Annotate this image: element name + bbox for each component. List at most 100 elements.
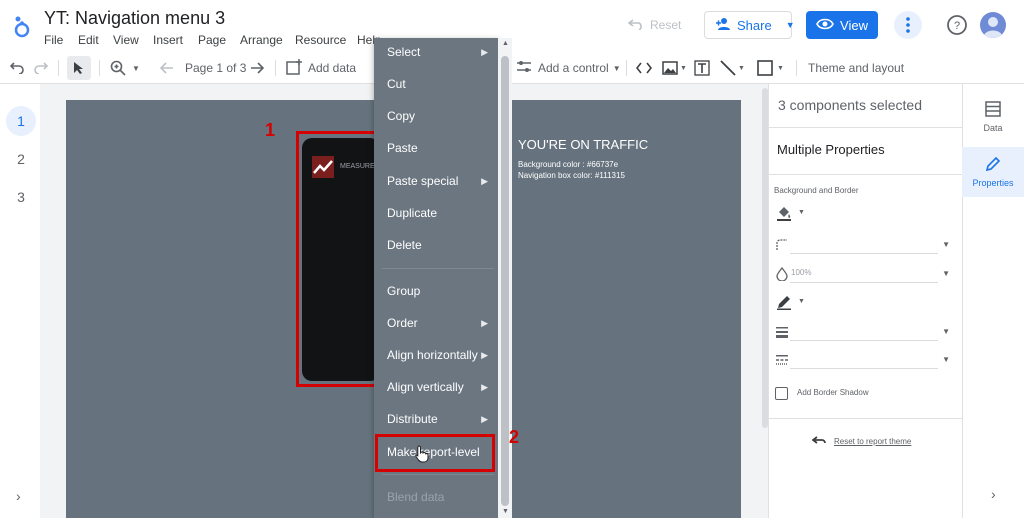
select-underline [790, 282, 938, 283]
border-style-select[interactable]: ▼ [774, 351, 954, 369]
scroll-up-arrow-icon[interactable]: ▲ [502, 40, 509, 47]
help-icon[interactable]: ? [946, 14, 968, 36]
border-style-dropdown-icon: ▼ [942, 355, 950, 364]
shape-dropdown-icon: ▼ [777, 64, 784, 72]
menu-insert[interactable]: Insert [153, 33, 183, 47]
redo-icon[interactable] [34, 58, 48, 78]
border-color-dropdown-icon: ▼ [798, 298, 805, 305]
reset-button[interactable]: Reset [627, 14, 682, 36]
submenu-arrow-icon: ▶ [481, 46, 488, 57]
ctx-distribute[interactable]: Distribute ▶ [374, 405, 498, 433]
view-button[interactable]: View [806, 11, 878, 39]
ctx-cut[interactable]: Cut [374, 70, 498, 98]
more-options-button[interactable] [894, 11, 922, 39]
collapse-panel-chevron-icon[interactable]: › [991, 486, 996, 502]
fill-color-picker[interactable]: ▼ [774, 205, 954, 223]
page-indicator[interactable]: Page 1 of 3 [185, 58, 246, 78]
ctx-align-horizontally[interactable]: Align horizontally ▶ [374, 341, 498, 369]
menu-file[interactable]: File [44, 33, 63, 47]
text-box-icon[interactable] [694, 58, 710, 78]
ctx-delete-label: Delete [387, 238, 422, 252]
selection-highlight-box [296, 131, 378, 387]
page-1-button[interactable]: 1 [6, 106, 36, 136]
panel-title: Multiple Properties [777, 142, 885, 157]
next-page-icon[interactable] [250, 58, 264, 78]
border-shadow-checkbox[interactable] [775, 387, 788, 400]
submenu-arrow-icon: ▶ [481, 381, 488, 392]
shape-icon[interactable]: ▼ [757, 58, 784, 78]
line-dropdown-icon: ▼ [738, 64, 745, 72]
menu-arrange[interactable]: Arrange [240, 33, 283, 47]
select-underline [790, 253, 938, 254]
border-color-picker[interactable]: ▼ [774, 294, 954, 312]
border-radius-select[interactable]: ▼ [774, 236, 954, 254]
app-header: YT: Navigation menu 3 File Edit View Ins… [0, 0, 1024, 52]
background-color-text[interactable]: Background color : #66737e [518, 160, 618, 169]
line-icon[interactable]: ▼ [720, 58, 745, 78]
image-icon[interactable]: ▼ [662, 58, 687, 78]
section-label: Background and Border [774, 186, 859, 195]
add-person-icon [715, 17, 731, 34]
ctx-group[interactable]: Group [374, 277, 498, 305]
menu-edit[interactable]: Edit [78, 33, 99, 47]
ctx-cut-label: Cut [387, 77, 406, 91]
ctx-paste-special[interactable]: Paste special ▶ [374, 167, 498, 195]
ctx-distribute-label: Distribute [387, 412, 438, 426]
step-2-marker: 2 [509, 427, 520, 447]
add-control-dropdown-icon: ▼ [612, 63, 621, 73]
make-report-level-highlight [375, 434, 495, 472]
undo-icon[interactable] [10, 58, 24, 78]
menu-view[interactable]: View [113, 33, 139, 47]
zoom-dropdown-icon: ▼ [132, 63, 140, 73]
edit-pencil-icon [985, 156, 1001, 174]
page-2-button[interactable]: 2 [6, 144, 36, 174]
controls-icon [516, 60, 532, 77]
embed-code-icon[interactable] [636, 58, 652, 78]
border-weight-select[interactable]: ▼ [774, 323, 954, 341]
toolbar-divider [58, 60, 59, 76]
opacity-dropdown-icon: ▼ [942, 269, 950, 278]
menu-resource[interactable]: Resource [295, 33, 346, 47]
select-underline [790, 340, 938, 341]
avatar[interactable] [980, 12, 1006, 38]
add-data-label: Add data [308, 61, 357, 75]
zoom-icon[interactable]: ▼ [110, 58, 140, 78]
select-underline [790, 368, 938, 369]
reset-to-theme-link[interactable]: Reset to report theme [812, 436, 911, 446]
share-button[interactable]: Share ▼ [704, 11, 795, 39]
prev-page-icon[interactable] [160, 58, 174, 78]
border-radius-icon [776, 238, 788, 256]
view-label: View [840, 17, 868, 33]
ctx-duplicate[interactable]: Duplicate [374, 199, 498, 227]
add-control-button[interactable]: Add a control ▼ [516, 58, 621, 78]
ctx-divider [382, 268, 494, 269]
select-tool-icon[interactable] [67, 56, 91, 80]
add-data-button[interactable]: Add data [286, 58, 356, 78]
ctx-order[interactable]: Order ▶ [374, 309, 498, 337]
navigation-color-text[interactable]: Navigation box color: #111315 [518, 171, 625, 180]
theme-layout-button[interactable]: Theme and layout [808, 58, 904, 78]
context-menu-scroll-thumb[interactable] [501, 56, 509, 506]
tab-properties[interactable]: Properties [962, 147, 1024, 197]
scroll-down-arrow-icon[interactable]: ▼ [502, 508, 509, 515]
ctx-select[interactable]: Select ▶ [374, 38, 498, 66]
reset-label: Reset [650, 18, 682, 32]
ctx-align-vertically[interactable]: Align vertically ▶ [374, 373, 498, 401]
page-rail: 1 2 3 › [0, 84, 40, 518]
ctx-copy[interactable]: Copy [374, 102, 498, 130]
add-data-icon [286, 58, 302, 78]
traffic-title-text[interactable]: YOU'RE ON TRAFFIC [518, 137, 648, 152]
ctx-delete[interactable]: Delete [374, 231, 498, 259]
ctx-copy-label: Copy [387, 109, 416, 123]
expand-pages-chevron-icon[interactable]: › [16, 488, 21, 504]
ctx-select-label: Select [387, 45, 421, 59]
tab-data[interactable]: Data [962, 92, 1024, 142]
share-dropdown-icon[interactable]: ▼ [786, 20, 795, 30]
looker-studio-logo-icon[interactable] [8, 12, 36, 40]
page-3-button[interactable]: 3 [6, 182, 36, 212]
report-title[interactable]: YT: Navigation menu 3 [44, 8, 225, 29]
submenu-arrow-icon: ▶ [481, 317, 488, 328]
ctx-paste-special-label: Paste special [387, 174, 459, 188]
menu-page[interactable]: Page [198, 33, 226, 47]
ctx-paste[interactable]: Paste [374, 134, 498, 162]
